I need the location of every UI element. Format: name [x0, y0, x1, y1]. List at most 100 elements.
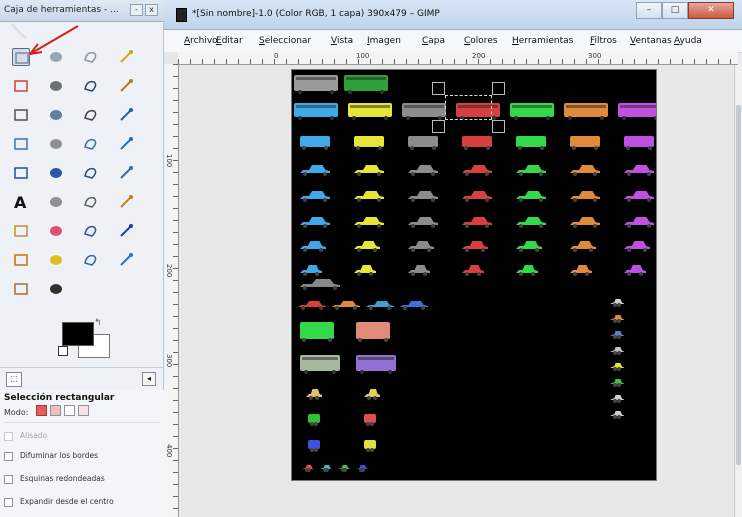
menu-item-ventanas[interactable]: Ventanas — [630, 36, 672, 46]
ruler-tick — [526, 59, 527, 64]
scrollbar-thumb[interactable] — [736, 105, 741, 465]
tab-menu-icon[interactable]: ◂ — [142, 372, 156, 386]
measure-icon[interactable] — [82, 106, 100, 124]
blend-icon[interactable] — [82, 193, 100, 211]
crop-icon[interactable] — [47, 135, 65, 153]
toolbox-minimize-button[interactable]: - — [130, 4, 143, 16]
cage-icon[interactable] — [117, 164, 135, 182]
menu-item-imagen[interactable]: Imagen — [367, 36, 401, 46]
zoom-icon[interactable] — [47, 106, 65, 124]
pencil-icon[interactable] — [117, 193, 135, 211]
vertical-scrollbar[interactable] — [734, 65, 742, 517]
free-select-icon[interactable] — [82, 48, 100, 66]
ruler-tick — [310, 59, 311, 64]
menu-item-colores[interactable]: Colores — [464, 36, 498, 46]
ellipse-select-icon[interactable] — [47, 48, 65, 66]
antialias-option[interactable]: Alisado — [4, 430, 160, 444]
expand-center-checkbox[interactable] — [4, 498, 13, 507]
rounded-checkbox[interactable] — [4, 475, 13, 484]
menu-item-vista[interactable]: Vista — [331, 36, 353, 46]
bus-sprite — [356, 354, 396, 374]
menu-item-capa[interactable]: Capa — [422, 36, 445, 46]
antialias-checkbox[interactable] — [4, 432, 13, 441]
canvas-area[interactable] — [179, 65, 734, 517]
paintbrush-icon[interactable] — [12, 222, 30, 240]
ruler-tick — [173, 316, 178, 317]
fuzzy-select-icon[interactable] — [117, 48, 135, 66]
align-icon[interactable] — [12, 135, 30, 153]
paths-icon[interactable] — [117, 77, 135, 95]
ink-icon[interactable] — [117, 222, 135, 240]
close-button[interactable]: ✕ — [688, 2, 734, 19]
ruler-tick — [173, 160, 178, 161]
menu-item-archivo[interactable]: Archivo — [184, 36, 218, 46]
eraser-icon[interactable] — [47, 222, 65, 240]
rounded-option[interactable]: Esquinas redondeadas — [4, 473, 160, 487]
cage-icon-glyph — [120, 166, 133, 179]
shear-icon[interactable] — [12, 164, 30, 182]
color-picker-icon[interactable] — [12, 106, 30, 124]
ruler-tick — [322, 59, 323, 64]
perspective-clone-icon[interactable] — [82, 251, 100, 269]
menu-item-filtros[interactable]: Filtros — [590, 36, 617, 46]
feather-checkbox[interactable] — [4, 452, 13, 461]
menu-item-herramientas[interactable]: Herramientas — [512, 36, 573, 46]
mode-subtract-button[interactable] — [64, 405, 75, 416]
tool-options-tab-icon[interactable]: ⬚ — [6, 372, 22, 387]
ruler-tick — [286, 59, 287, 64]
vertical-ruler[interactable]: 100 200 300 400 — [164, 64, 179, 517]
horizontal-ruler[interactable]: 0 100 200 300 — [178, 52, 738, 65]
rect-select-icon[interactable] — [12, 48, 30, 66]
bus-sprite — [344, 74, 388, 94]
car-sprite — [354, 164, 384, 176]
mode-replace-button[interactable] — [36, 405, 47, 416]
dodge-burn-icon[interactable] — [47, 280, 65, 298]
van-sprite — [462, 136, 492, 150]
minimize-button[interactable]: – — [636, 2, 662, 19]
mode-intersect-button[interactable] — [78, 405, 89, 416]
menu-item-seleccionar[interactable]: Seleccionar — [259, 36, 311, 46]
ruler-tick — [262, 59, 263, 64]
flip-icon[interactable] — [82, 164, 100, 182]
blur-icon[interactable] — [117, 251, 135, 269]
selection-rectangle[interactable] — [445, 95, 492, 120]
scissors-icon[interactable] — [47, 77, 65, 95]
maximize-button[interactable]: □ — [662, 2, 688, 19]
scale-icon[interactable] — [117, 135, 135, 153]
move-icon[interactable] — [117, 106, 135, 124]
van-sprite — [300, 322, 334, 342]
car-sprite — [516, 190, 546, 202]
feather-option[interactable]: Difuminar los bordes — [4, 450, 160, 464]
car-sprite — [300, 190, 330, 202]
perspective-icon[interactable] — [47, 164, 65, 182]
clone-icon[interactable] — [12, 251, 30, 269]
car-sprite — [570, 164, 600, 176]
menu-item-editar[interactable]: Editar — [216, 36, 243, 46]
selection-handle[interactable] — [432, 120, 445, 133]
selection-handle[interactable] — [492, 82, 505, 95]
car-sprite — [624, 190, 654, 202]
text-icon[interactable]: A — [12, 193, 30, 211]
select-by-color-icon[interactable] — [12, 77, 30, 95]
swap-colors-icon[interactable]: ↰ — [94, 318, 102, 328]
rotate-icon[interactable] — [82, 135, 100, 153]
toolbox-close-button[interactable]: x — [145, 4, 158, 16]
foreground-select-icon[interactable] — [82, 77, 100, 95]
mode-add-button[interactable] — [50, 405, 61, 416]
car-sprite — [462, 216, 492, 228]
selection-handle[interactable] — [492, 120, 505, 133]
airbrush-icon[interactable] — [82, 222, 100, 240]
image-canvas[interactable] — [291, 69, 657, 481]
foreground-color-swatch[interactable] — [62, 322, 94, 346]
smudge-icon[interactable] — [12, 280, 30, 298]
menu-item-ayuda[interactable]: Ayuda — [674, 36, 702, 46]
expand-center-option[interactable]: Expandir desde el centro — [4, 496, 160, 510]
bucket-fill-icon[interactable] — [47, 193, 65, 211]
reset-colors-icon[interactable] — [58, 346, 68, 356]
car-sprite — [570, 240, 596, 252]
toolbox-titlebar[interactable]: Caja de herramientas - ... - x — [0, 0, 164, 22]
heal-icon[interactable] — [47, 251, 65, 269]
fg-bg-color-widget[interactable]: ↰ — [58, 318, 114, 366]
selection-handle[interactable] — [432, 82, 445, 95]
image-window-titlebar[interactable]: *[Sin nombre]-1.0 (Color RGB, 1 capa) 39… — [164, 0, 742, 30]
